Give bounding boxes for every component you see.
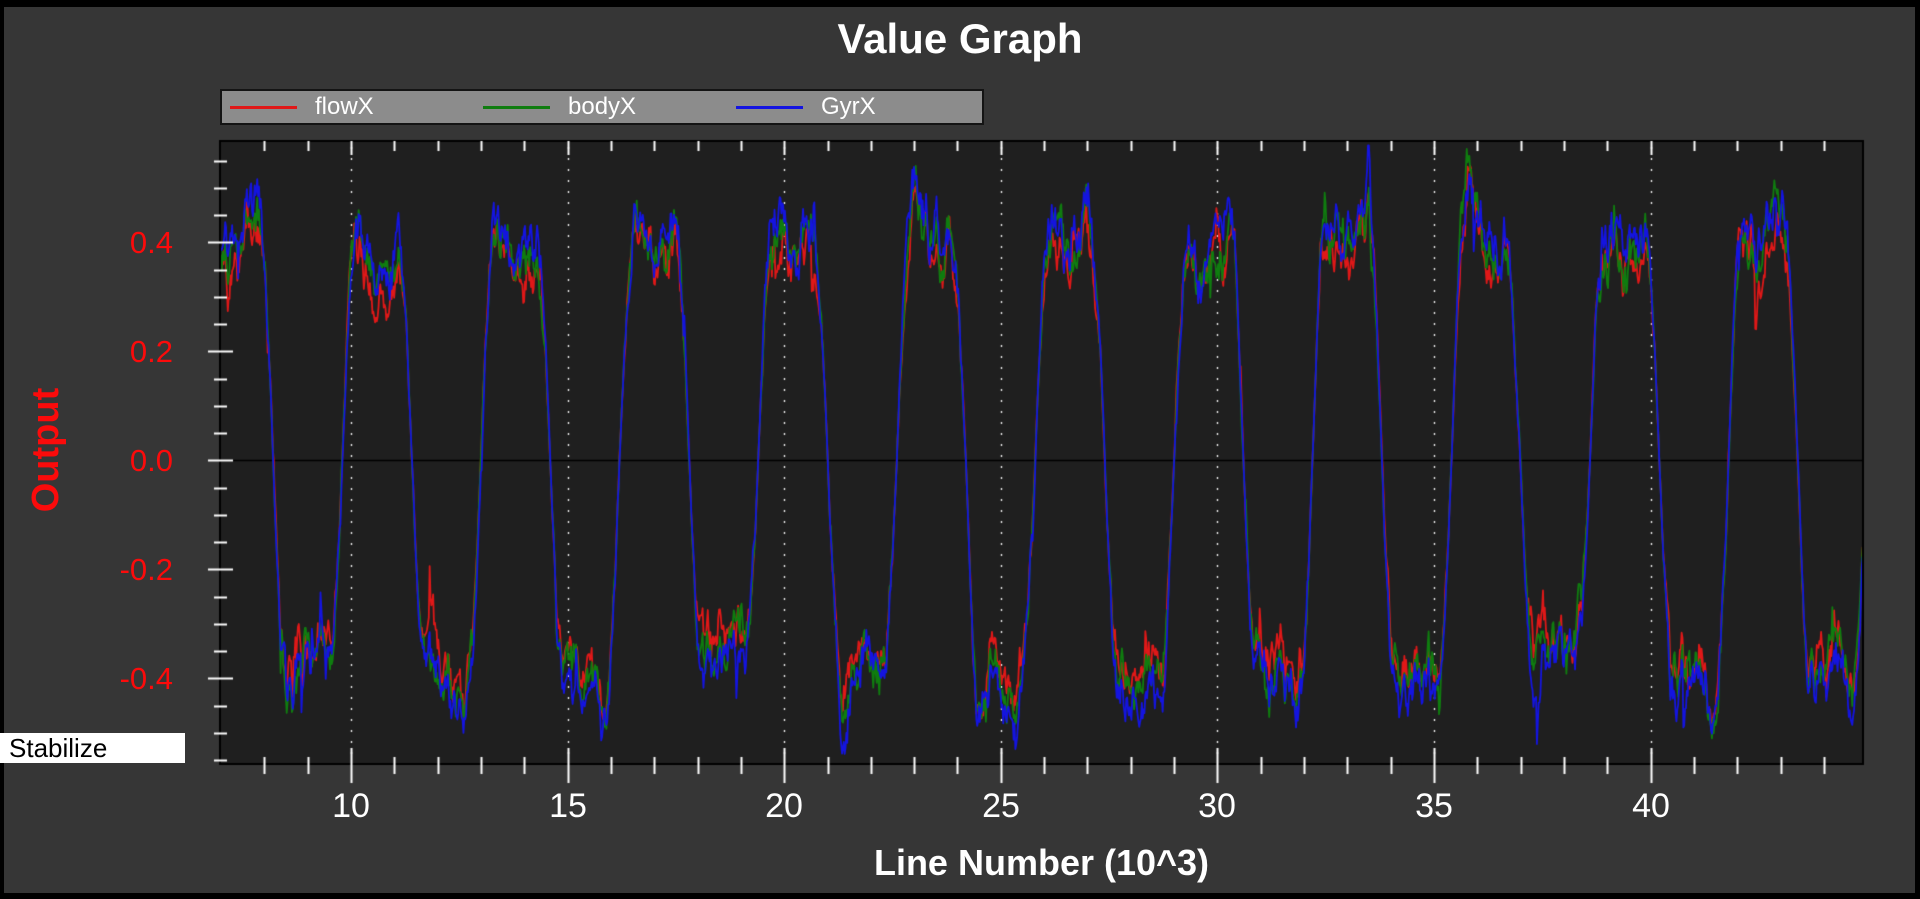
y-tick-label: 0.4: [20, 224, 173, 262]
y-tick-label: 0.2: [20, 333, 173, 371]
flowx-line-swatch-icon: [230, 106, 297, 109]
legend-label-gyrx: GyrX: [821, 93, 876, 121]
x-tick-label: 15: [508, 786, 628, 826]
legend: flowX bodyX GyrX: [220, 89, 984, 125]
legend-label-flowx: flowX: [315, 93, 374, 121]
x-tick-label: 30: [1157, 786, 1277, 826]
chart-title: Value Graph: [0, 14, 1920, 64]
x-tick-label: 20: [724, 786, 844, 826]
gyrx-line-swatch-icon: [736, 106, 803, 109]
x-tick-label: 40: [1591, 786, 1711, 826]
legend-item-bodyx[interactable]: bodyX: [475, 93, 728, 121]
y-tick-label: -0.4: [20, 660, 173, 698]
legend-label-bodyx: bodyX: [568, 93, 636, 121]
y-tick-label: -0.2: [20, 551, 173, 589]
app-window: { "title": "Value Graph", "colors": { "p…: [0, 0, 1920, 899]
bodyx-line-swatch-icon: [483, 106, 550, 109]
value-graph-plot-area[interactable]: [0, 0, 1920, 899]
stabilize-button[interactable]: Stabilize: [0, 733, 185, 763]
y-tick-label: 0.0: [20, 442, 173, 480]
x-tick-label: 35: [1374, 786, 1494, 826]
legend-item-flowx[interactable]: flowX: [222, 93, 475, 121]
x-axis-title: Line Number (10^3): [220, 842, 1863, 884]
x-tick-label: 10: [291, 786, 411, 826]
legend-item-gyrx[interactable]: GyrX: [728, 93, 981, 121]
x-tick-label: 25: [941, 786, 1061, 826]
